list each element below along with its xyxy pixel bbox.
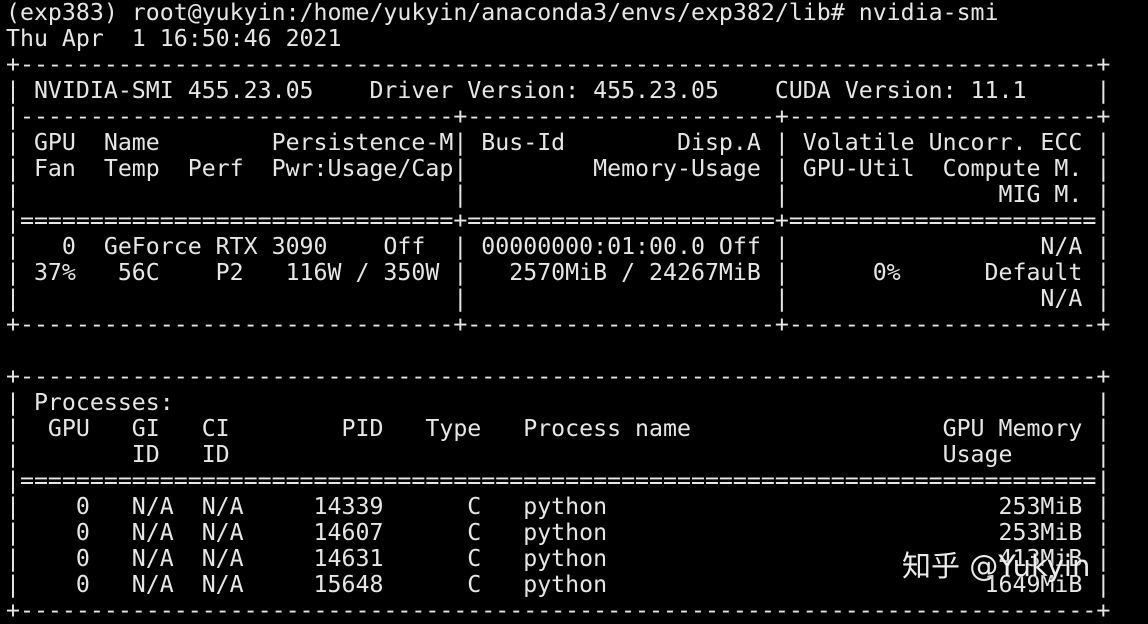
gpu-table-double-separator: |===============================+=======… xyxy=(6,207,1111,234)
process-table-title: | Processes: | xyxy=(6,389,1111,416)
gpu-table-header-2: | Fan Temp Perf Pwr:Usage/Cap| Memory-Us… xyxy=(6,155,1111,182)
gpu-table-header-3: | | | MIG M. | xyxy=(6,181,1111,208)
shell-prompt-line: (exp383) root@yukyin:/home/yukyin/anacon… xyxy=(6,0,999,26)
gpu-table-border-top: +---------------------------------------… xyxy=(6,51,1111,78)
process-row: | 0 N/A N/A 14607 C python 253MiB | xyxy=(6,519,1111,546)
gpu-row-3: | | | N/A | xyxy=(6,285,1111,312)
gpu-table-border-bottom: +-------------------------------+-------… xyxy=(6,311,1111,338)
process-table-header-2: | ID ID Usage | xyxy=(6,441,1111,468)
process-table-double-separator: |=======================================… xyxy=(6,467,1111,494)
process-table-header-1: | GPU GI CI PID Type Process name GPU Me… xyxy=(6,415,1111,442)
gpu-row-2: | 37% 56C P2 116W / 350W | 2570MiB / 242… xyxy=(6,259,1111,286)
version-line: | NVIDIA-SMI 455.23.05 Driver Version: 4… xyxy=(6,77,1111,104)
terminal-output[interactable]: (exp383) root@yukyin:/home/yukyin/anacon… xyxy=(6,0,1110,624)
process-table-border-top: +---------------------------------------… xyxy=(6,363,1111,390)
timestamp-line: Thu Apr 1 16:50:46 2021 xyxy=(6,25,342,52)
process-row: | 0 N/A N/A 14339 C python 253MiB | xyxy=(6,493,1111,520)
process-table-border-bottom: +---------------------------------------… xyxy=(6,597,1111,624)
gpu-table-separator: |-------------------------------+-------… xyxy=(6,103,1111,130)
watermark: 知乎 @Yukyin xyxy=(902,549,1091,583)
gpu-row-1: | 0 GeForce RTX 3090 Off | 00000000:01:0… xyxy=(6,233,1111,260)
gpu-table-header-1: | GPU Name Persistence-M| Bus-Id Disp.A … xyxy=(6,129,1111,156)
